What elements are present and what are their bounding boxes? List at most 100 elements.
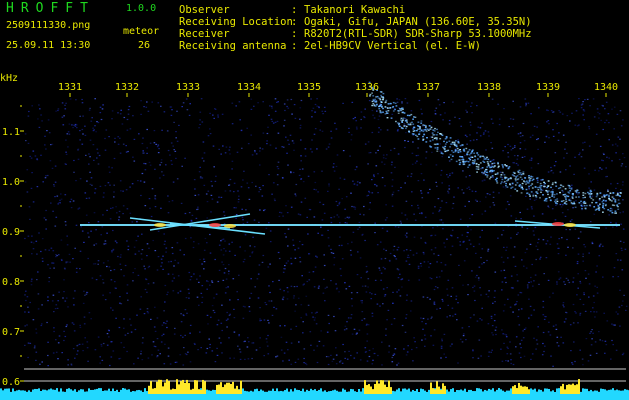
noise-speck — [441, 298, 444, 301]
noise-speck — [162, 174, 165, 176]
noise-speck — [541, 189, 544, 191]
drift-signal — [443, 140, 445, 143]
noise-speck — [286, 298, 289, 300]
noise-speck — [361, 319, 363, 321]
noise-speck — [97, 263, 99, 265]
noise-speck — [590, 331, 592, 333]
drift-signal — [610, 200, 613, 202]
noise-speck — [490, 315, 493, 317]
noise-speck — [209, 346, 211, 349]
noise-speck — [574, 228, 577, 230]
drift-signal — [423, 134, 426, 136]
drift-signal — [539, 197, 541, 199]
noise-speck — [492, 191, 495, 193]
noise-speck — [608, 214, 610, 216]
noise-speck — [233, 182, 236, 184]
noise-speck — [435, 164, 438, 166]
noise-speck — [154, 168, 156, 170]
drift-signal — [411, 133, 414, 135]
noise-speck — [363, 214, 365, 216]
noise-speck — [46, 130, 48, 132]
noise-speck — [598, 170, 600, 172]
noise-speck — [302, 332, 304, 334]
noise-speck — [229, 190, 232, 192]
noise-speck — [193, 241, 195, 243]
noise-speck — [564, 215, 567, 217]
drift-signal — [410, 113, 413, 116]
noise-speck — [547, 279, 550, 281]
noise-speck — [560, 206, 563, 208]
level-bar — [580, 391, 582, 400]
drift-signal — [477, 166, 480, 168]
noise-speck — [131, 221, 134, 223]
noise-speck — [367, 324, 370, 326]
noise-speck — [361, 285, 364, 287]
drift-signal — [409, 122, 412, 124]
noise-speck — [612, 276, 614, 278]
level-bar — [418, 391, 420, 400]
noise-speck — [561, 237, 563, 239]
noise-speck — [466, 136, 468, 138]
level-bar — [502, 390, 504, 400]
noise-speck — [449, 254, 452, 256]
noise-speck — [474, 199, 477, 201]
noise-speck — [481, 229, 483, 231]
noise-speck — [90, 120, 93, 122]
level-bar — [70, 389, 72, 400]
level-bar — [624, 389, 626, 400]
noise-speck — [109, 364, 111, 367]
noise-speck — [339, 268, 342, 270]
noise-speck — [420, 108, 422, 110]
noise-speck — [490, 317, 493, 319]
level-bar — [304, 391, 306, 400]
drift-signal — [593, 206, 596, 208]
noise-speck — [314, 128, 317, 130]
level-bar — [362, 388, 364, 400]
drift-signal — [444, 143, 447, 145]
noise-speck — [565, 254, 567, 256]
noise-speck — [307, 233, 309, 235]
noise-speck — [277, 132, 280, 134]
noise-speck — [171, 109, 173, 111]
noise-speck — [102, 262, 105, 264]
noise-speck — [55, 339, 57, 341]
noise-speck — [77, 158, 80, 160]
level-bar — [104, 390, 106, 400]
level-bar — [596, 390, 598, 400]
noise-speck — [210, 180, 213, 182]
level-bar — [402, 388, 404, 400]
noise-speck — [550, 355, 552, 357]
noise-speck — [596, 292, 599, 294]
noise-speck — [237, 201, 240, 203]
noise-speck — [610, 358, 612, 360]
noise-speck — [380, 272, 383, 274]
noise-speck — [366, 360, 369, 362]
noise-speck — [315, 189, 317, 191]
noise-speck — [492, 159, 495, 161]
level-bar — [266, 391, 268, 400]
noise-speck — [588, 145, 591, 147]
noise-speck — [300, 160, 302, 162]
noise-speck — [330, 252, 333, 254]
noise-speck — [84, 134, 87, 136]
noise-speck — [122, 190, 124, 192]
noise-speck — [350, 354, 352, 357]
level-peak — [522, 386, 524, 394]
noise-speck — [96, 148, 99, 150]
noise-speck — [301, 244, 304, 246]
noise-speck — [287, 107, 290, 109]
drift-signal — [582, 194, 585, 196]
noise-speck — [447, 192, 450, 194]
level-bar — [496, 389, 498, 400]
noise-speck — [309, 331, 312, 333]
noise-speck — [445, 202, 448, 204]
noise-speck — [296, 285, 298, 288]
noise-speck — [330, 221, 333, 224]
level-bar — [274, 391, 276, 400]
noise-speck — [279, 288, 282, 290]
level-peak — [196, 380, 198, 394]
noise-speck — [440, 262, 443, 264]
noise-speck — [562, 304, 564, 306]
noise-speck — [276, 120, 279, 122]
noise-speck — [596, 265, 598, 267]
